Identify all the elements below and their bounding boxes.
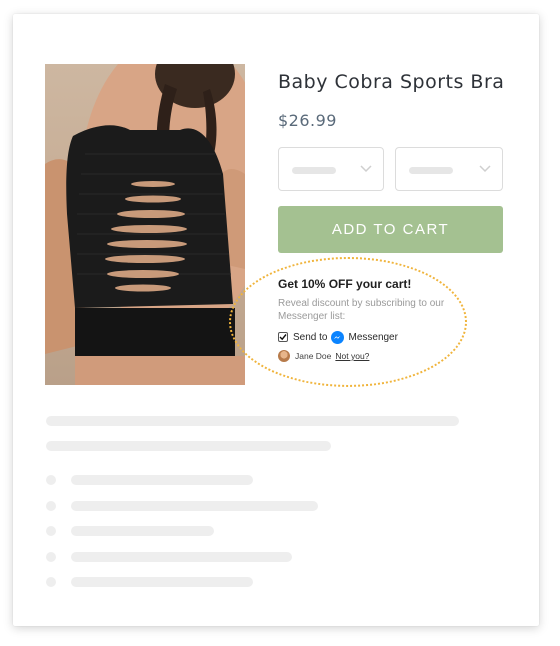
variant-select-2[interactable] [395,147,503,191]
promo-headline: Get 10% OFF your cart! [278,277,412,291]
text-placeholder-line [46,416,459,426]
bullet-dot [46,577,56,587]
bullet-dot [46,552,56,562]
not-you-link[interactable]: Not you? [335,351,369,361]
messenger-icon [331,330,345,344]
bullet-placeholder-line [71,501,318,511]
promo-subtext: Reveal discount by subscribing to our Me… [278,298,445,322]
select-placeholder [409,167,453,174]
messenger-label: Messenger [348,331,398,343]
user-name: Jane Doe [295,351,332,361]
bullet-dot [46,526,56,536]
chevron-down-icon [360,165,372,173]
bullet-dot [46,501,56,511]
product-title: Baby Cobra Sports Bra [278,71,505,93]
chevron-down-icon [479,165,491,173]
messenger-optin[interactable]: Send to Messenger [278,330,398,344]
user-identity-row: Jane Doe Not you? [278,349,369,363]
checkmark-icon [279,334,287,341]
bullet-placeholder-line [71,552,292,562]
avatar [278,350,290,362]
bullet-placeholder-line [71,475,253,485]
text-placeholder-line [46,441,331,451]
variant-select-1[interactable] [278,147,384,191]
product-image [45,64,245,385]
add-to-cart-button[interactable]: ADD TO CART [278,206,503,253]
optin-checkbox[interactable] [278,332,288,342]
bullet-placeholder-line [71,577,253,587]
select-placeholder [292,167,336,174]
bullet-dot [46,475,56,485]
send-to-label: Send to [293,331,328,343]
product-card: Baby Cobra Sports Bra $26.99 ADD TO CART… [13,14,539,626]
product-price: $26.99 [278,111,337,130]
bullet-placeholder-line [71,526,214,536]
